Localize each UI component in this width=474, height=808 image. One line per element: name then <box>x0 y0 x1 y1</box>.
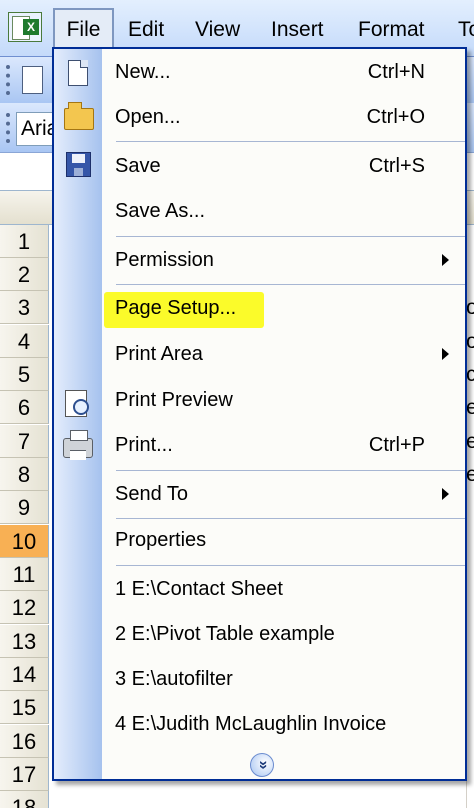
menu-item-shortcut: Ctrl+P <box>368 434 425 456</box>
toolbar-grip[interactable] <box>6 65 10 95</box>
menu-item-label: Open... <box>115 106 181 128</box>
new-document-icon <box>68 60 88 86</box>
menu-separator <box>116 236 465 237</box>
menu-item-label: 1 E:\Contact Sheet <box>115 578 283 600</box>
recent-file-item[interactable]: 2 E:\Pivot Table example <box>102 613 465 656</box>
menu-item-label: Send To <box>115 483 189 505</box>
menu-separator <box>116 470 465 471</box>
recent-file-item[interactable]: 4 E:\Judith McLaughlin Invoice <box>102 703 465 746</box>
new-document-icon[interactable] <box>22 66 43 94</box>
menu-icon-gutter <box>54 49 102 779</box>
menu-item-label: 4 E:\Judith McLaughlin Invoice <box>115 713 387 735</box>
row-header[interactable]: 7 <box>0 425 49 458</box>
row-header[interactable]: 2 <box>0 258 49 291</box>
file-menu-dropdown: New... Ctrl+N Open... Ctrl+O Save Ctrl+S… <box>52 47 467 781</box>
cell-fragment[interactable]: e <box>466 391 474 424</box>
recent-file-item[interactable]: 1 E:\Contact Sheet <box>102 568 465 611</box>
menu-item-send-to[interactable]: Send To <box>102 473 465 516</box>
menu-format[interactable]: Format <box>358 10 425 50</box>
menu-item-page-setup[interactable]: Page Setup... <box>102 287 465 330</box>
menu-item-print-area[interactable]: Print Area <box>102 333 465 376</box>
row-header[interactable]: 3 <box>0 291 49 324</box>
menu-item-save[interactable]: Save Ctrl+S <box>102 145 465 188</box>
row-header[interactable]: 14 <box>0 658 49 691</box>
menu-item-label: Save As... <box>115 200 206 222</box>
row-header[interactable]: 16 <box>0 725 49 758</box>
menu-item-shortcut: Ctrl+S <box>368 155 425 177</box>
menu-item-shortcut: Ctrl+N <box>367 61 425 83</box>
menu-separator <box>116 284 465 285</box>
row-header-active[interactable]: 10 <box>0 525 49 558</box>
row-header[interactable]: 8 <box>0 458 49 491</box>
menu-item-label: 3 E:\autofilter <box>115 668 233 690</box>
menu-item-label: Print Area <box>115 343 203 365</box>
font-name-box[interactable]: Aria <box>16 112 56 146</box>
menu-item-save-as[interactable]: Save As... <box>102 190 465 233</box>
menu-item-label: 2 E:\Pivot Table example <box>115 623 335 645</box>
menu-item-print[interactable]: Print... Ctrl+P <box>102 424 465 467</box>
cell-fragment[interactable]: e <box>466 425 474 458</box>
row-header[interactable]: 17 <box>0 758 49 791</box>
menu-item-label: Save <box>115 155 161 177</box>
toolbar-grip[interactable] <box>6 113 10 143</box>
menu-edit[interactable]: Edit <box>128 10 164 50</box>
submenu-arrow-icon <box>442 254 449 266</box>
row-header[interactable]: 1 <box>0 225 49 258</box>
menu-view[interactable]: View <box>195 10 240 50</box>
row-header[interactable]: 13 <box>0 625 49 658</box>
menu-insert[interactable]: Insert <box>271 10 324 50</box>
printer-icon <box>63 430 93 460</box>
excel-app-icon[interactable] <box>8 12 42 42</box>
menu-item-label: Properties <box>115 529 207 551</box>
cell-fragment[interactable]: e <box>466 458 474 491</box>
row-header[interactable]: 12 <box>0 591 49 624</box>
save-disk-icon <box>66 152 91 177</box>
menu-item-print-preview[interactable]: Print Preview <box>102 379 465 422</box>
menu-item-new[interactable]: New... Ctrl+N <box>102 51 465 94</box>
cell-fragment[interactable]: o <box>466 325 474 358</box>
menu-item-open[interactable]: Open... Ctrl+O <box>102 96 465 139</box>
menu-item-shortcut: Ctrl+O <box>366 106 425 128</box>
submenu-arrow-icon <box>442 348 449 360</box>
cell-fragment[interactable]: c <box>466 358 474 391</box>
menu-item-label: New... <box>115 61 171 83</box>
row-header[interactable]: 11 <box>0 558 49 591</box>
submenu-arrow-icon <box>442 488 449 500</box>
cell-fragment[interactable]: o <box>466 291 474 324</box>
row-header[interactable]: 4 <box>0 325 49 358</box>
menu-item-label: Print... <box>115 434 173 456</box>
row-header[interactable]: 6 <box>0 391 49 424</box>
menu-item-label: Page Setup... <box>115 297 237 319</box>
recent-file-item[interactable]: 3 E:\autofilter <box>102 658 465 701</box>
menu-tools[interactable]: To <box>458 10 474 50</box>
row-header[interactable]: 9 <box>0 491 49 524</box>
menu-item-label: Print Preview <box>115 389 233 411</box>
menu-separator <box>116 565 465 566</box>
menu-file[interactable]: File <box>53 8 114 49</box>
row-header[interactable]: 5 <box>0 358 49 391</box>
menu-item-properties[interactable]: Properties <box>102 519 465 562</box>
row-header[interactable]: 18 <box>0 791 49 808</box>
menu-item-label: Permission <box>115 249 214 271</box>
menu-item-permission[interactable]: Permission <box>102 239 465 282</box>
print-preview-icon <box>65 390 89 417</box>
open-folder-icon <box>64 102 94 130</box>
row-header[interactable]: 15 <box>0 691 49 724</box>
expand-menu-chevron-icon[interactable]: » <box>250 753 274 777</box>
menu-separator <box>116 141 465 142</box>
